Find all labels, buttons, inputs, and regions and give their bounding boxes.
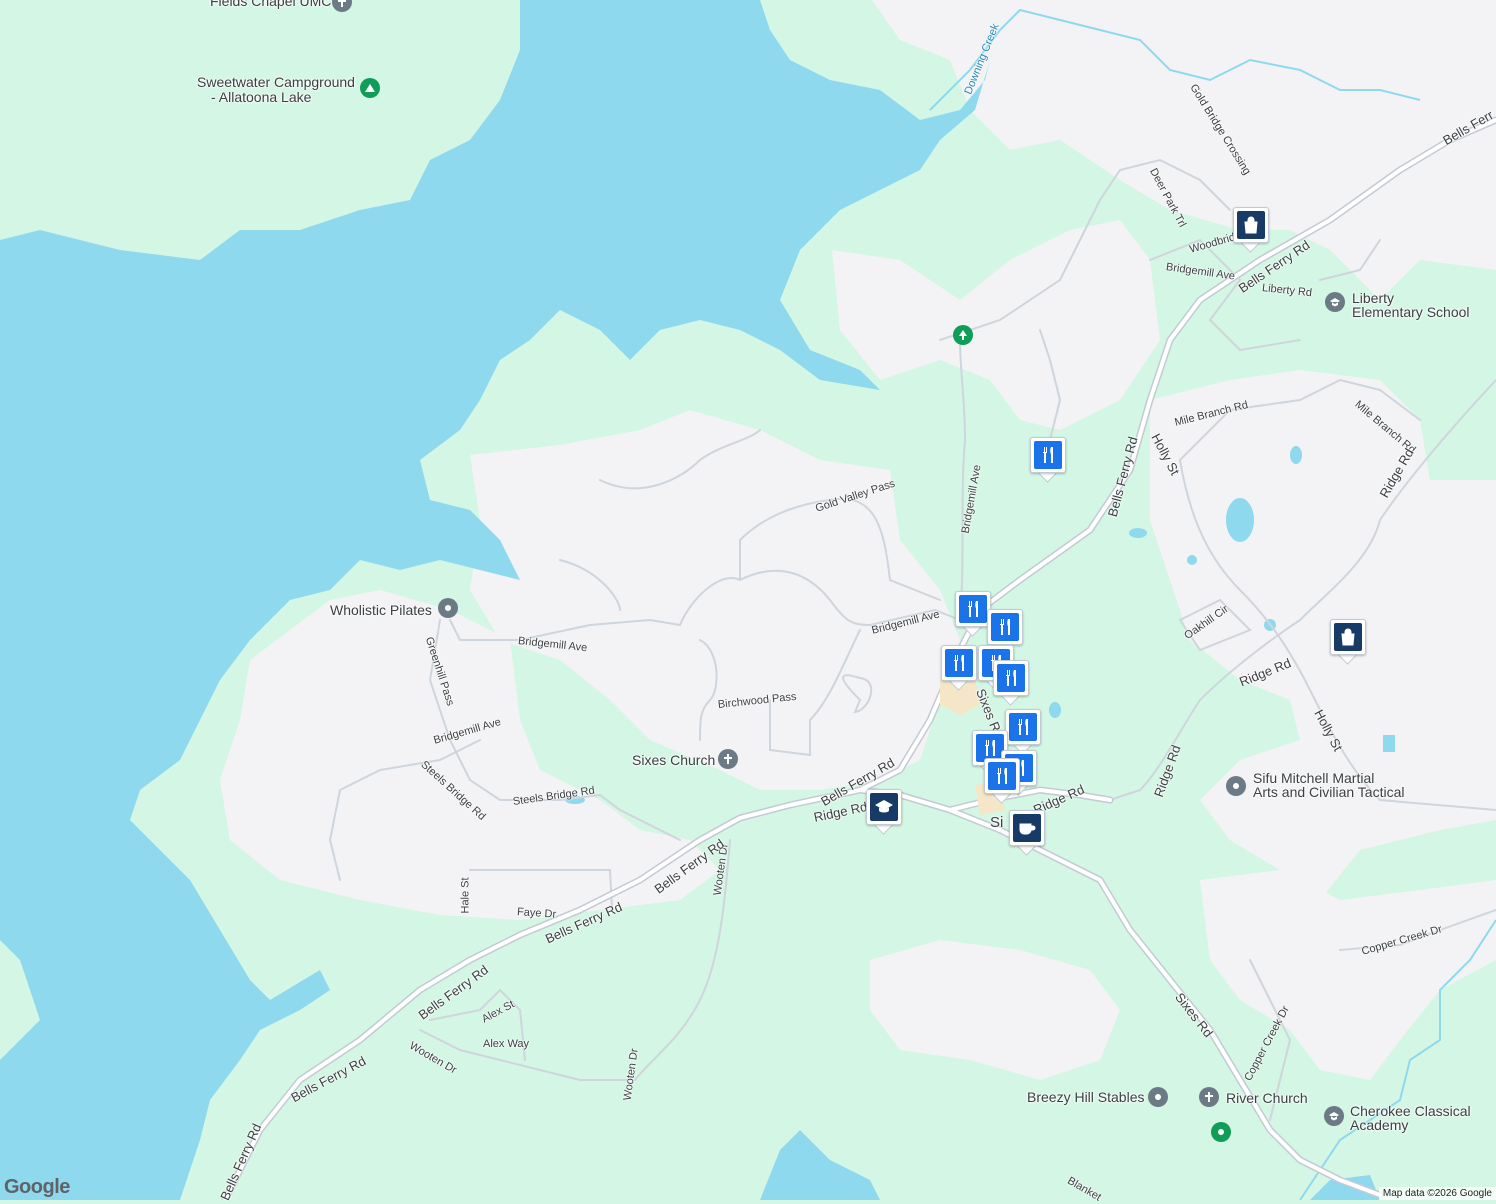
place-fields-chapel[interactable]: Fields Chapel UMC — [210, 0, 331, 8]
shopping-bag-icon — [1244, 216, 1258, 234]
google-logo: Google — [4, 1176, 70, 1198]
graduation-cap-icon — [875, 800, 893, 813]
restaurant-pin[interactable] — [1030, 437, 1066, 483]
fork-knife-icon — [1006, 670, 1016, 686]
restaurant-pin[interactable] — [984, 758, 1020, 804]
place-label: Breezy Hill Stables — [1027, 1089, 1145, 1105]
place-label: Fields Chapel UMC — [210, 0, 332, 9]
place-breezy-hill[interactable]: Breezy Hill Stables — [1027, 1090, 1145, 1104]
place-label: Si — [990, 814, 1004, 831]
coffee-cup-icon — [1019, 823, 1036, 835]
place-sweetwater-line2[interactable]: - Allatoona Lake — [211, 90, 311, 104]
place-liberty-line2[interactable]: Elementary School — [1352, 305, 1470, 319]
school-pin[interactable] — [866, 789, 902, 835]
place-sweetwater-line1[interactable]: Sweetwater Campground — [197, 75, 355, 89]
place-sixes-church[interactable]: Sixes Church — [632, 753, 715, 767]
martial-arts-icon[interactable] — [1226, 776, 1246, 796]
gym-icon[interactable] — [438, 598, 458, 618]
place-river-church[interactable]: River Church — [1226, 1091, 1308, 1105]
road-label: Hale St — [459, 877, 472, 914]
fork-knife-icon — [954, 655, 964, 671]
place-label: - Allatoona Lake — [211, 89, 312, 105]
cafe-pin[interactable] — [1009, 810, 1045, 856]
park-tree-icon[interactable] — [953, 325, 973, 345]
campground-icon[interactable] — [360, 78, 380, 98]
place-sixes-town[interactable]: Si — [990, 814, 1004, 831]
place-label: Arts and Civilian Tactical — [1253, 784, 1405, 800]
map-attribution[interactable]: Map data ©2026 Google — [1378, 1187, 1496, 1200]
place-label: Sixes Church — [632, 752, 716, 768]
restaurant-pin[interactable] — [1005, 709, 1041, 755]
park-icon[interactable] — [1211, 1122, 1231, 1142]
place-sifu-line2[interactable]: Arts and Civilian Tactical — [1253, 785, 1404, 799]
restaurant-pin[interactable] — [993, 660, 1029, 706]
fork-knife-icon — [1043, 447, 1053, 463]
fork-knife-icon — [997, 768, 1007, 784]
church-icon[interactable] — [1199, 1087, 1219, 1107]
fork-knife-icon — [985, 740, 995, 756]
place-sifu-line1[interactable]: Sifu Mitchell Martial — [1253, 771, 1374, 785]
church-icon[interactable] — [718, 749, 738, 769]
place-liberty-line1[interactable]: Liberty — [1352, 291, 1394, 305]
place-cherokee-line2[interactable]: Academy — [1350, 1118, 1408, 1132]
place-label: Academy — [1350, 1117, 1409, 1133]
school-icon[interactable] — [1325, 292, 1345, 312]
stables-icon[interactable] — [1148, 1087, 1168, 1107]
fork-knife-icon — [968, 601, 978, 617]
place-wholistic-pilates[interactable]: Wholistic Pilates — [330, 603, 432, 617]
shopping-bag-icon — [1341, 628, 1355, 646]
place-label: River Church — [1226, 1090, 1308, 1106]
road-label: Alex Way — [483, 1038, 530, 1050]
place-label: Elementary School — [1352, 304, 1470, 320]
place-label: Sweetwater Campground — [197, 74, 355, 90]
restaurant-pin[interactable] — [941, 645, 977, 691]
fork-knife-icon — [1000, 619, 1010, 635]
place-label: Wholistic Pilates — [330, 602, 432, 618]
restaurant-pin[interactable] — [955, 591, 991, 637]
school-icon[interactable] — [1324, 1106, 1344, 1126]
shopping-pin[interactable] — [1233, 207, 1269, 253]
fork-knife-icon — [1018, 719, 1028, 735]
shopping-pin[interactable] — [1330, 619, 1366, 665]
place-cherokee-line1[interactable]: Cherokee Classical — [1350, 1104, 1471, 1118]
